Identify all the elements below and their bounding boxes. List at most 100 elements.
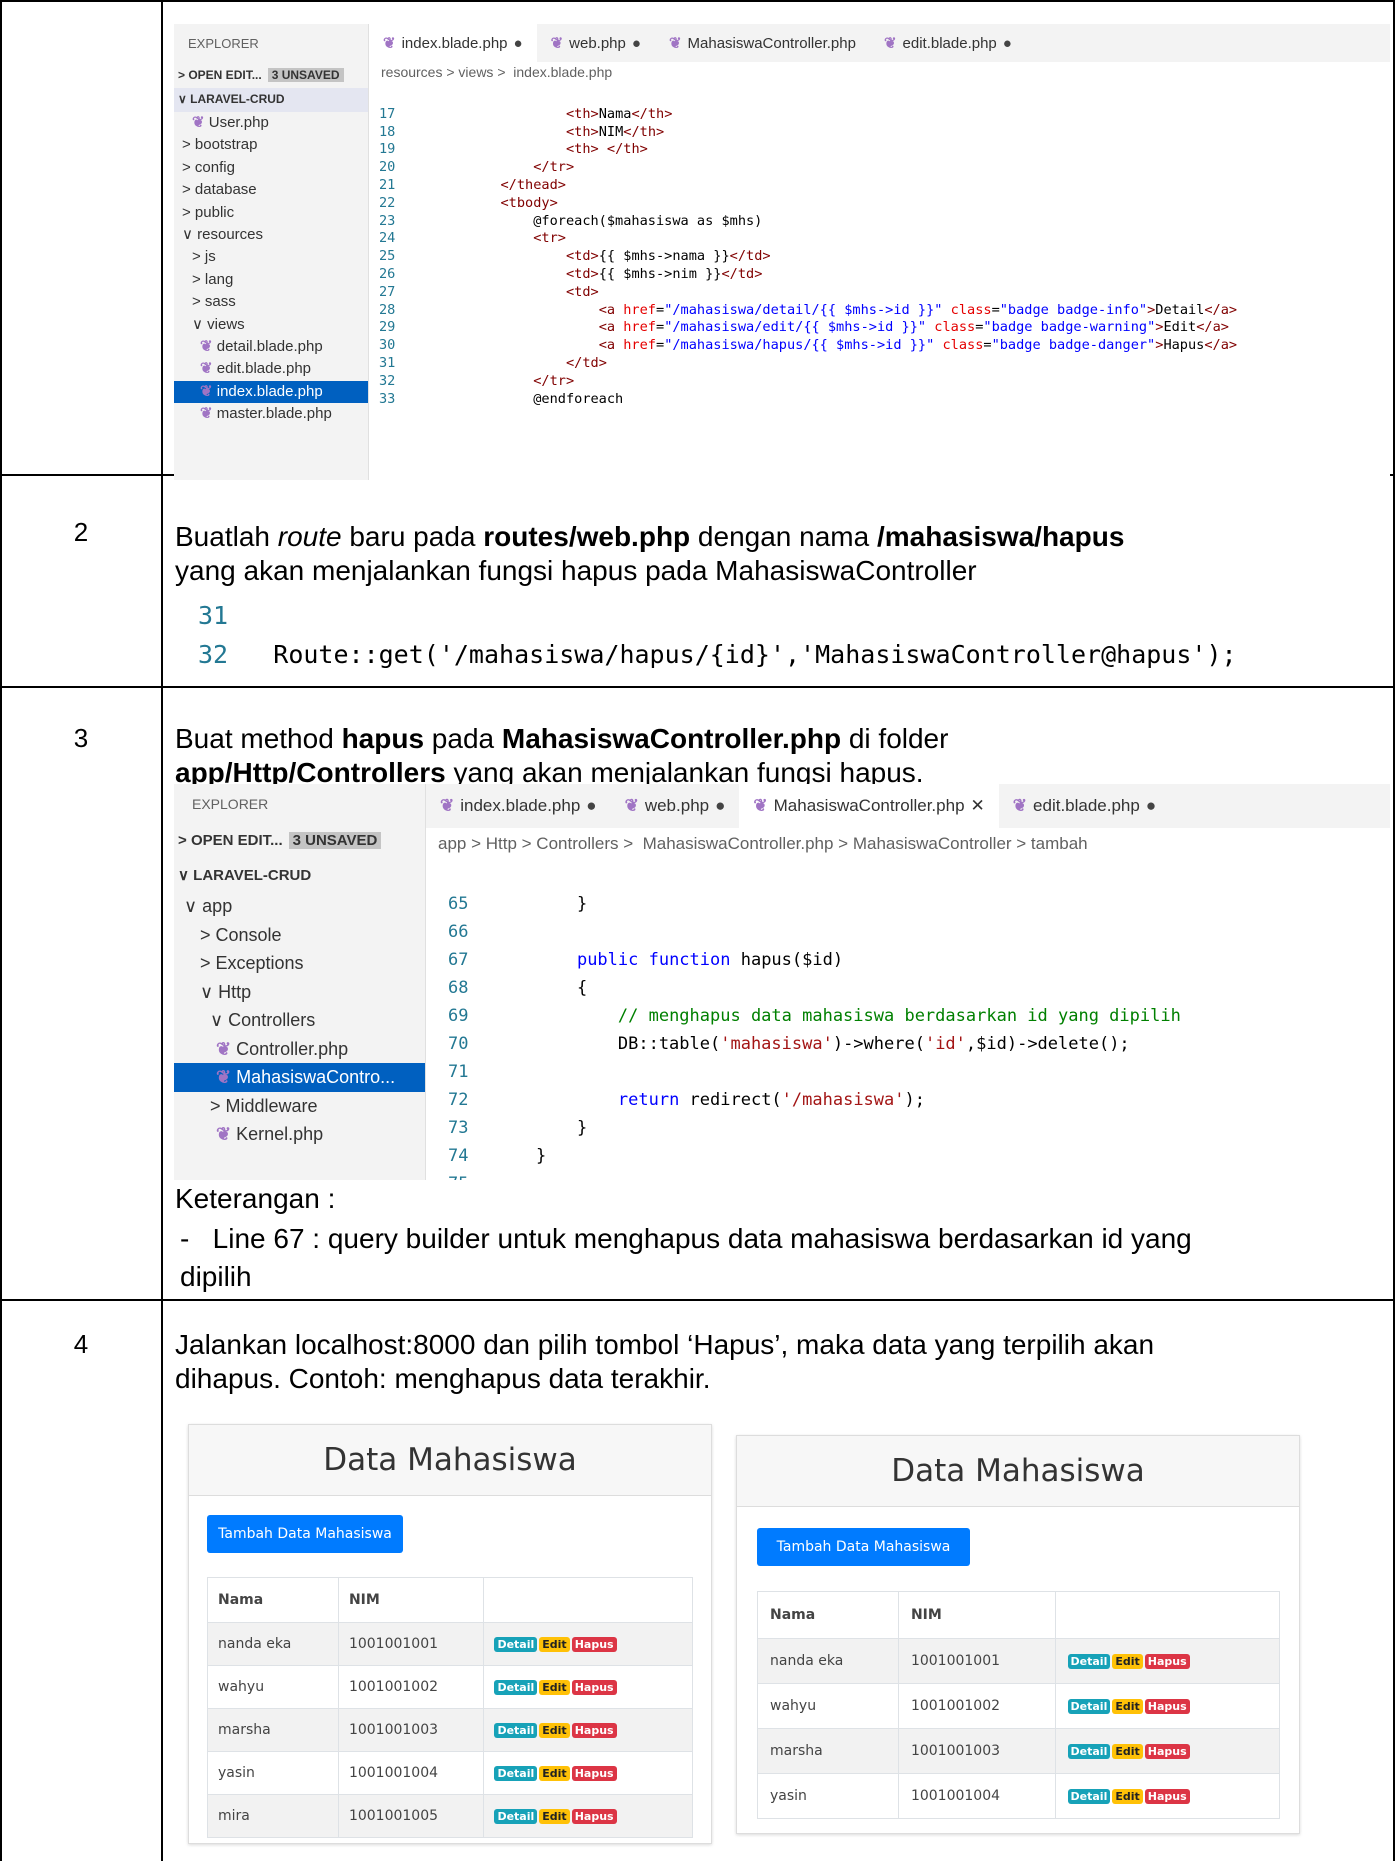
file-name: ∨ resources: [182, 225, 264, 243]
app-before-card: Data Mahasiswa Tambah Data Mahasiswa Nam…: [188, 1424, 712, 1844]
tab-mahasiswa-controller[interactable]: ❦ MahasiswaController.php: [655, 24, 870, 62]
detail-badge[interactable]: Detail: [494, 1636, 538, 1652]
file-tree-item[interactable]: ∨ views: [174, 314, 368, 336]
detail-badge[interactable]: Detail: [494, 1679, 538, 1695]
tab-index-blade[interactable]: ❦ index.blade.php ●: [426, 784, 611, 828]
edit-badge[interactable]: Edit: [539, 1808, 570, 1824]
file-tree-item[interactable]: > sass: [174, 291, 368, 313]
table-row: wahyu 1001001002 Detail Edit Hapus: [757, 1683, 1281, 1729]
table-row: wahyu 1001001002 Detail Edit Hapus: [207, 1665, 693, 1709]
detail-badge[interactable]: Detail: [1067, 1698, 1111, 1714]
line-number: 17: [379, 105, 396, 122]
table-header: Nama NIM: [757, 1591, 1281, 1639]
cell-actions: Detail Edit Hapus: [1054, 1638, 1281, 1684]
open-editors-section[interactable]: > OPEN EDIT... 3 UNSAVED: [174, 824, 425, 858]
code-editor[interactable]: 65 } 66 67 public function hapus($id) 68…: [426, 862, 1390, 1180]
step4-instruction: Jalankan localhost:8000 dan pilih tombol…: [175, 1328, 1154, 1396]
cell-nim: 1001001001: [337, 1622, 485, 1666]
add-mahasiswa-button[interactable]: Tambah Data Mahasiswa: [207, 1515, 403, 1553]
tab-index-blade[interactable]: ❦ index.blade.php ●: [369, 24, 537, 62]
bold-text: hapus: [341, 723, 425, 754]
hapus-badge[interactable]: Hapus: [571, 1808, 617, 1824]
line-number: 26: [379, 265, 396, 282]
file-name: > Exceptions: [200, 953, 304, 973]
php-icon: ❦: [753, 796, 768, 815]
tab-edit-blade[interactable]: ❦ edit.blade.php ●: [999, 784, 1170, 828]
file-tree-item[interactable]: ∨ Controllers: [174, 1006, 425, 1035]
edit-badge[interactable]: Edit: [1112, 1653, 1143, 1669]
open-editors-label: OPEN EDIT...: [190, 832, 283, 849]
php-icon: ❦: [383, 35, 396, 52]
hapus-badge[interactable]: Hapus: [571, 1636, 617, 1652]
table-row: yasin 1001001004 Detail Edit Hapus: [207, 1751, 693, 1795]
hapus-badge[interactable]: Hapus: [571, 1765, 617, 1781]
file-tree-item[interactable]: > Exceptions: [174, 949, 425, 978]
hapus-badge[interactable]: Hapus: [1144, 1743, 1190, 1759]
detail-badge[interactable]: Detail: [494, 1765, 538, 1781]
detail-badge[interactable]: Detail: [494, 1722, 538, 1738]
project-section[interactable]: ∨ LARAVEL-CRUD: [174, 858, 425, 892]
edit-badge[interactable]: Edit: [539, 1679, 570, 1695]
file-name: edit.blade.php: [216, 360, 311, 378]
hapus-badge[interactable]: Hapus: [1144, 1788, 1190, 1804]
edit-badge[interactable]: Edit: [1112, 1743, 1143, 1759]
file-tree-item[interactable]: > database: [174, 179, 368, 201]
file-tree-item[interactable]: ∨ resources: [174, 224, 368, 246]
hapus-badge[interactable]: Hapus: [1144, 1698, 1190, 1714]
text: dengan nama: [690, 521, 877, 552]
tab-edit-blade[interactable]: ❦ edit.blade.php ●: [870, 24, 1026, 62]
project-section[interactable]: ∨ LARAVEL-CRUD: [174, 88, 368, 112]
tab-label: edit.blade.php: [902, 34, 997, 52]
file-tree-item[interactable]: > bootstrap: [174, 134, 368, 156]
file-tree-item[interactable]: > lang: [174, 269, 368, 291]
file-tree-item[interactable]: ∨ app: [174, 892, 425, 921]
detail-badge[interactable]: Detail: [1067, 1743, 1111, 1759]
line-number: 24: [379, 230, 396, 247]
bold-text: /mahasiswa/hapus: [876, 521, 1125, 552]
add-mahasiswa-button[interactable]: Tambah Data Mahasiswa: [757, 1528, 970, 1566]
hapus-badge[interactable]: Hapus: [571, 1679, 617, 1695]
tab-web[interactable]: ❦ web.php ●: [611, 784, 740, 828]
hapus-badge[interactable]: Hapus: [1144, 1653, 1190, 1669]
file-tree-item[interactable]: > config: [174, 157, 368, 179]
code-editor[interactable]: 17 <th>Nama</th> 18 <th>NIM</th> 19 <th>…: [369, 88, 1390, 408]
cell-nim: 1001001003: [337, 1708, 485, 1752]
file-tree-item[interactable]: ∨ Http: [174, 978, 425, 1007]
edit-badge[interactable]: Edit: [539, 1722, 570, 1738]
file-tree-item[interactable]: ❦ User.php: [174, 112, 368, 134]
detail-badge[interactable]: Detail: [1067, 1788, 1111, 1804]
file-tree-item[interactable]: ❦ Controller.php: [174, 1035, 425, 1064]
file-tree-item[interactable]: > Console: [174, 921, 425, 950]
detail-badge[interactable]: Detail: [1067, 1653, 1111, 1669]
edit-badge[interactable]: Edit: [539, 1636, 570, 1652]
close-icon[interactable]: ✕: [971, 796, 985, 816]
file-name: ∨ Http: [200, 981, 252, 1002]
hapus-badge[interactable]: Hapus: [571, 1722, 617, 1738]
line-number: 18: [379, 123, 396, 140]
open-editors-section[interactable]: > OPEN EDIT... 3 UNSAVED: [174, 64, 368, 88]
editor-tabs: ❦ index.blade.php ● ❦ web.php ● ❦ MahasiswaCo…: [369, 24, 1390, 62]
file-tree-item[interactable]: ❦ index.blade.php: [174, 380, 368, 404]
file-tree-item[interactable]: > Middleware: [174, 1092, 425, 1121]
edit-badge[interactable]: Edit: [1112, 1698, 1143, 1714]
file-tree-item[interactable]: ❦ detail.blade.php: [174, 336, 368, 358]
file-tree-item[interactable]: > js: [174, 246, 368, 268]
file-tree-item[interactable]: > public: [174, 202, 368, 224]
file-tree-item[interactable]: ❦ Kernel.php: [174, 1120, 425, 1149]
table-row: yasin 1001001004 Detail Edit Hapus: [757, 1773, 1281, 1819]
edit-badge[interactable]: Edit: [1112, 1788, 1143, 1804]
tab-web[interactable]: ❦ web.php ●: [537, 24, 655, 62]
text: di folder: [841, 723, 949, 754]
mahasiswa-table: Nama NIM nanda eka 1001001001 Detail Edit Hapu…: [757, 1591, 1281, 1819]
explorer-title: EXPLORER: [188, 36, 259, 51]
tab-mahasiswa-controller[interactable]: ❦ MahasiswaController.php ✕: [739, 784, 999, 828]
file-tree-item[interactable]: ❦ MahasiswaContro...: [174, 1063, 425, 1092]
tab-label: index.blade.php: [401, 34, 508, 52]
file-name: > database: [182, 181, 257, 199]
file-tree-item[interactable]: ❦ edit.blade.php: [174, 358, 368, 380]
file-tree-item[interactable]: ❦ master.blade.php: [174, 403, 368, 425]
detail-badge[interactable]: Detail: [494, 1808, 538, 1824]
php-icon: ❦: [200, 382, 217, 400]
bold-text: routes/web.php: [483, 521, 691, 552]
edit-badge[interactable]: Edit: [539, 1765, 570, 1781]
